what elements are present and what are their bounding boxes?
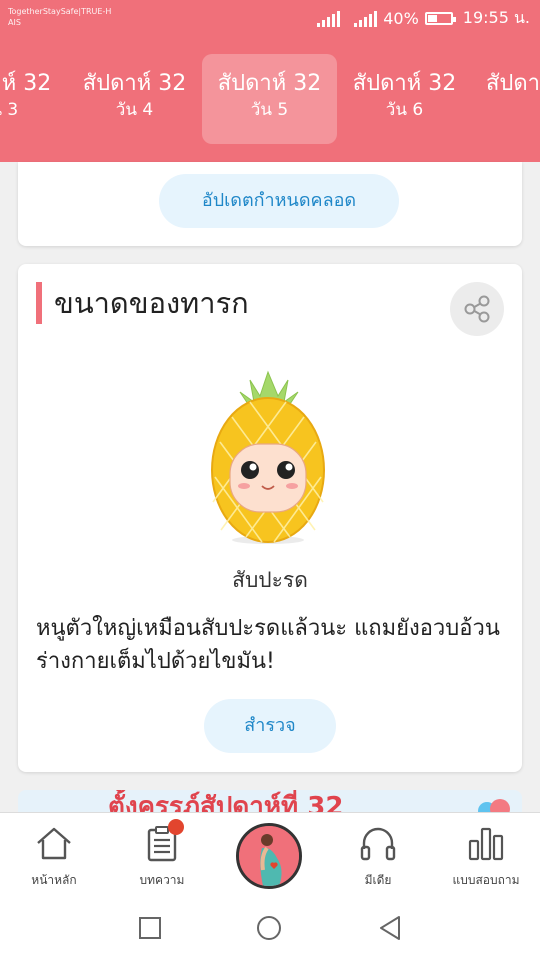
week-tab-day-6[interactable]: สัปดาห์ 32 วัน 6	[337, 54, 472, 144]
nav-home-label: หน้าหลัก	[31, 873, 77, 887]
nav-articles[interactable]: บทความ	[108, 813, 216, 897]
baby-size-description: หนูตัวใหญ่เหมือนสับปะรดแล้วนะ แถมยังอวบอ…	[36, 616, 500, 674]
carrier-line-1: TogetherStaySafe|TRUE-H	[8, 7, 112, 16]
nav-media[interactable]: มีเดีย	[324, 813, 432, 897]
home-icon	[37, 827, 71, 860]
carrier-label: TogetherStaySafe|TRUE-H AIS	[8, 6, 111, 28]
nav-media-label: มีเดีย	[364, 873, 392, 887]
battery-percent: 40%	[383, 9, 419, 28]
week-tab-day-3[interactable]: สัปดาห์ 32 วัน 3	[0, 54, 67, 144]
system-navigation-bar	[0, 896, 540, 960]
fruit-name: สับปะรด	[232, 568, 308, 592]
week-tab-day-label: วัน 6	[385, 100, 424, 120]
status-bar: TogetherStaySafe|TRUE-H AIS 40% 19:55 น.	[0, 0, 540, 34]
signal-icon-1	[317, 10, 341, 27]
explore-button[interactable]: สำรวจ	[204, 699, 336, 753]
back-icon[interactable]	[378, 915, 402, 941]
week-tab-day-5[interactable]: สัปดาห์ 32 วัน 5	[202, 54, 337, 144]
baby-size-card: ขนาดของทารก สับปะรด หนูตัวใหญ่เหมือนสับป…	[18, 264, 522, 772]
update-due-date-button[interactable]: อัปเดตกำหนดคลอด	[159, 174, 399, 228]
week-tab-week-label: สัปดาห์ 32	[352, 71, 457, 96]
nav-articles-label: บทความ	[139, 873, 185, 887]
home-circle-icon[interactable]	[256, 915, 282, 941]
share-button[interactable]	[450, 282, 504, 336]
signal-icon-2	[354, 10, 378, 27]
nav-home[interactable]: หน้าหลัก	[0, 813, 108, 897]
poll-icon	[468, 827, 504, 861]
bottom-navigation: หน้าหลัก บทความ มีเดีย แบบสอบถาม	[0, 812, 540, 897]
week-tab-next[interactable]: สัปดาห์ 32	[472, 54, 540, 144]
week-tab-day-label: วัน 3	[0, 100, 19, 120]
week-tab-week-label: สัปดาห์ 32	[82, 71, 187, 96]
headphones-icon	[360, 827, 396, 861]
card-title: ขนาดของทารก	[36, 282, 249, 324]
share-icon	[464, 295, 490, 323]
recent-apps-icon[interactable]	[138, 916, 162, 940]
week-tab-week-label: สัปดาห์ 32	[217, 71, 322, 96]
clock: 19:55 น.	[462, 8, 530, 27]
nav-survey-label: แบบสอบถาม	[452, 873, 520, 887]
week-tab-day-label: วัน 4	[115, 100, 154, 120]
notification-badge	[168, 819, 184, 835]
nav-survey[interactable]: แบบสอบถาม	[432, 813, 540, 897]
week-tab-day-label: วัน 5	[250, 100, 289, 120]
nav-pregnancy[interactable]	[236, 823, 302, 889]
pineapple-illustration	[211, 370, 325, 544]
status-indicators: 40% 19:55 น.	[317, 6, 530, 31]
battery-icon	[424, 12, 456, 25]
week-tab-day-4[interactable]: สัปดาห์ 32 วัน 4	[67, 54, 202, 144]
pregnancy-icon	[239, 826, 299, 886]
week-tab-week-label: สัปดาห์ 32	[0, 71, 52, 96]
week-tab-week-label: สัปดาห์ 32	[486, 71, 540, 96]
carrier-line-2: AIS	[8, 18, 21, 27]
week-day-selector: สัปดาห์ 32 วัน 3 สัปดาห์ 32 วัน 4 สัปดาห…	[0, 34, 540, 162]
due-date-card: อัปเดตกำหนดคลอด	[18, 162, 522, 246]
